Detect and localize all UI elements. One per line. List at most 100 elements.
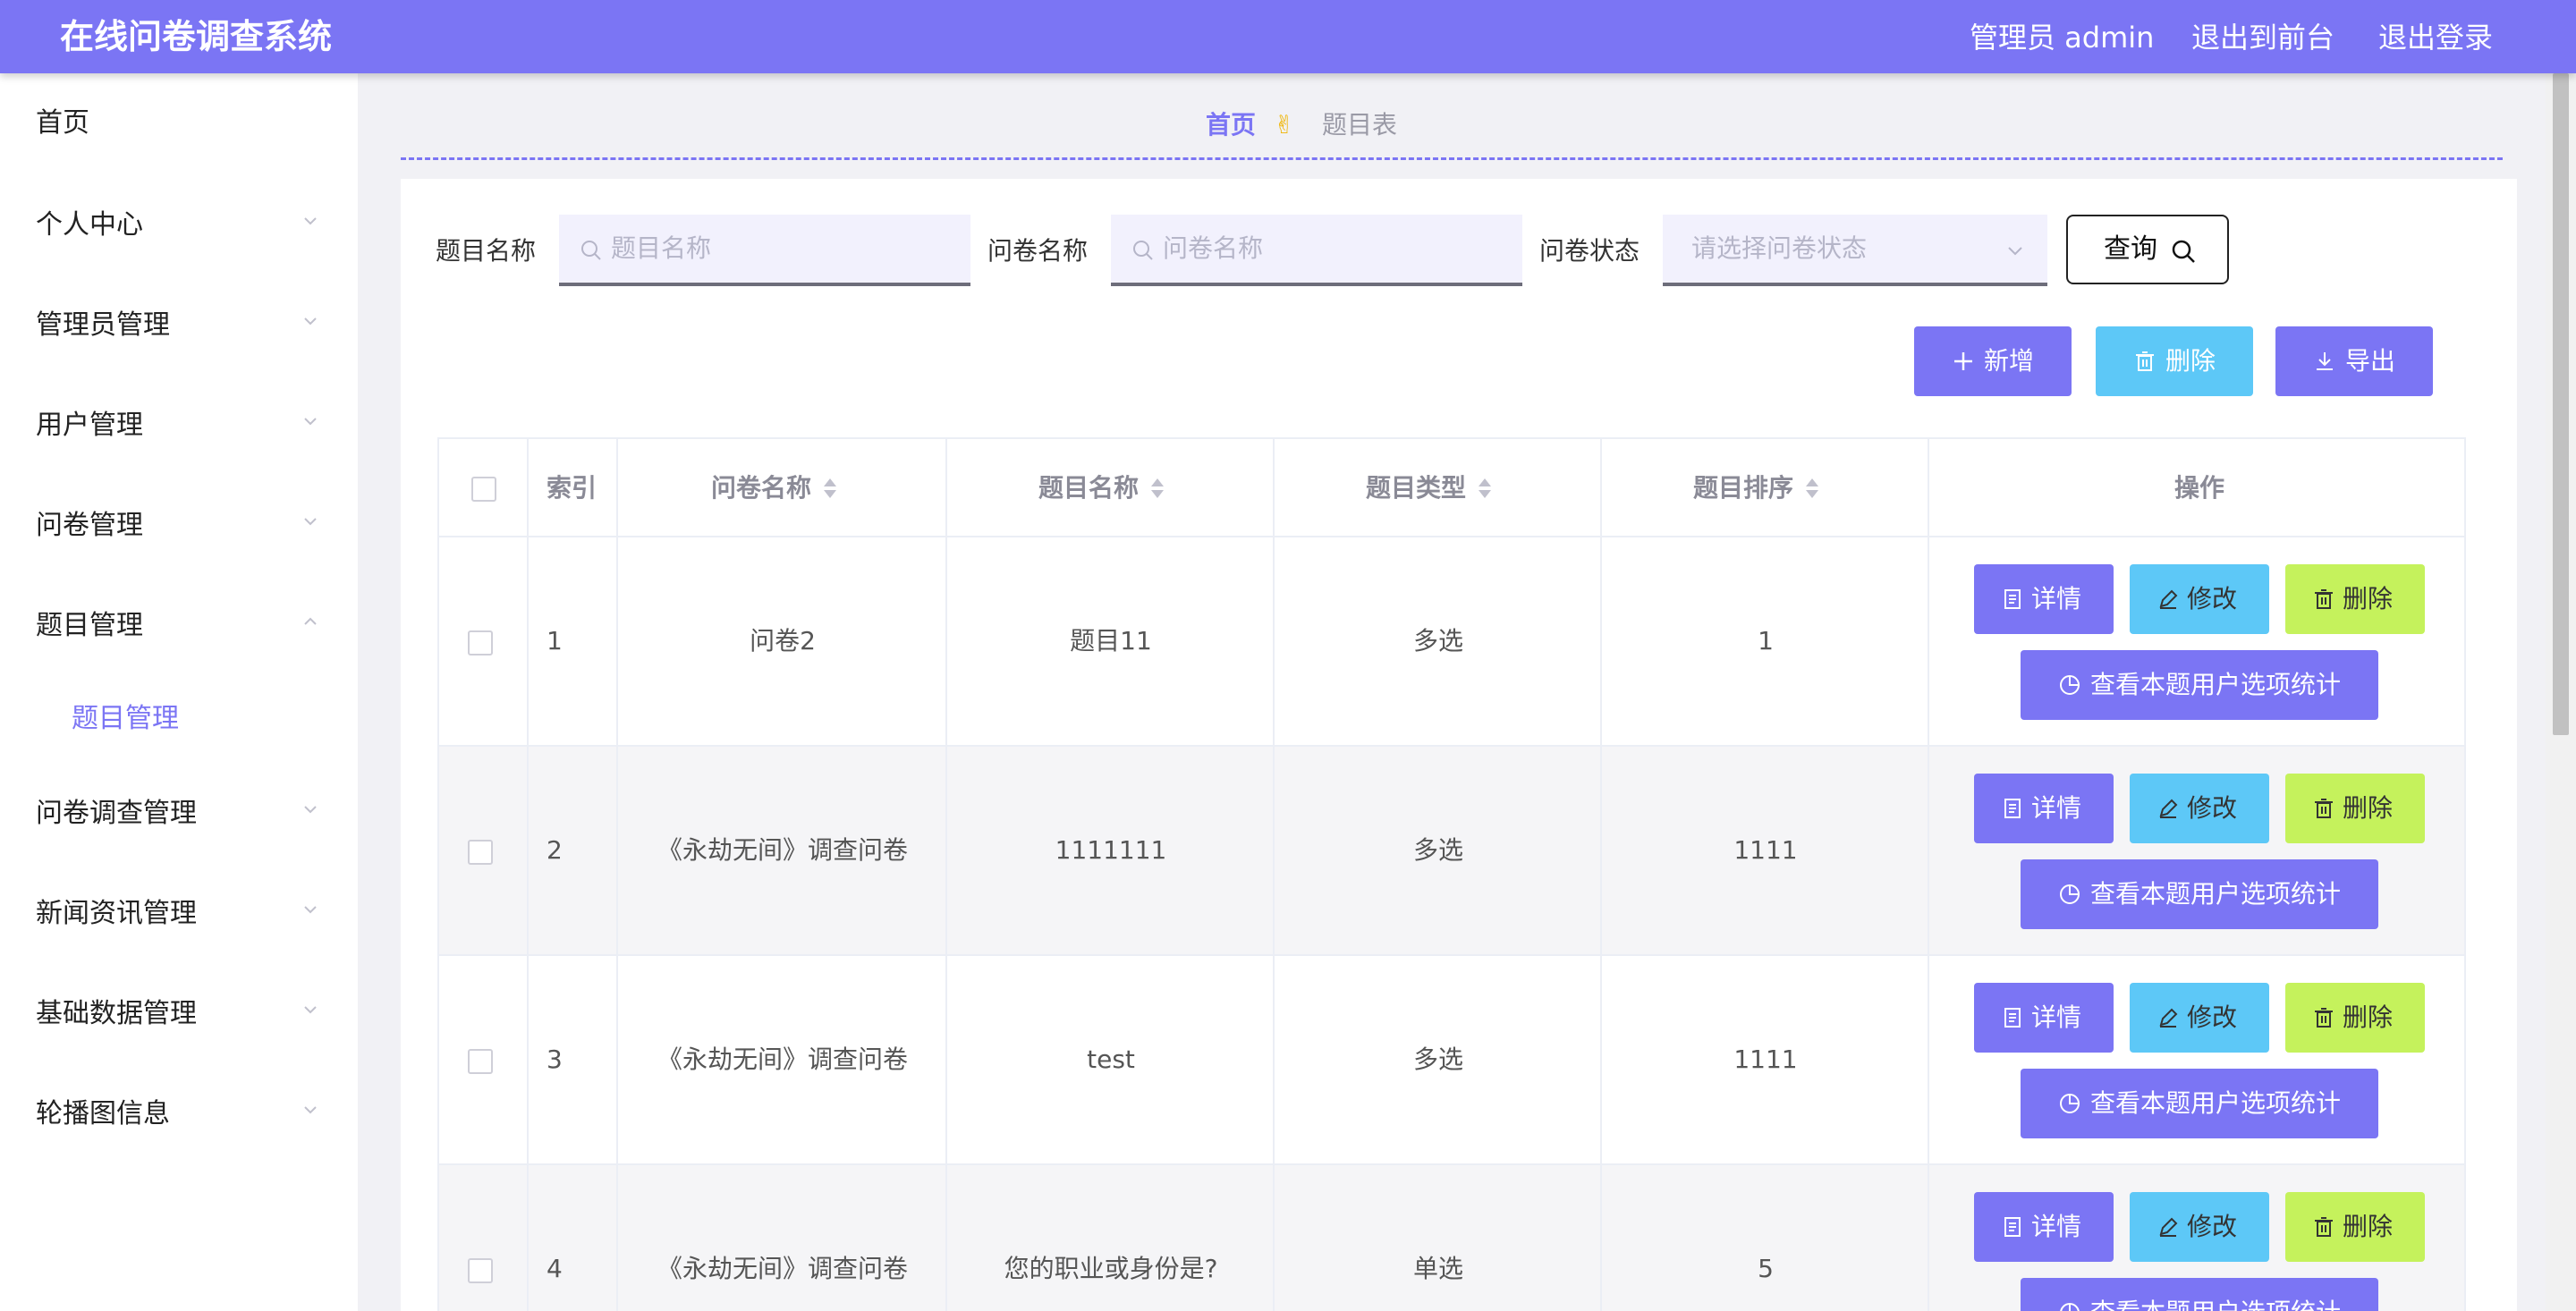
cell-index: 3 <box>547 1045 563 1074</box>
header-question-name[interactable]: 题目名称 <box>1038 470 1139 506</box>
sidebar-item-survey-investigation[interactable]: 问卷调查管理 <box>0 778 358 850</box>
export-button[interactable]: 导出 <box>2275 326 2433 396</box>
pie-chart-icon <box>2060 1303 2080 1311</box>
sidebar-subitem-question-management[interactable]: 题目管理 <box>0 683 358 755</box>
cell-question-order: 1 <box>1758 626 1774 656</box>
detail-button[interactable]: 详情 <box>1974 1192 2114 1262</box>
document-icon <box>2004 799 2021 818</box>
sort-icon[interactable] <box>1804 477 1820 500</box>
detail-button[interactable]: 详情 <box>1974 564 2114 634</box>
edit-button-label: 修改 <box>2187 1212 2238 1241</box>
sidebar-item-personal-center[interactable]: 个人中心 <box>0 190 358 261</box>
row-checkbox[interactable] <box>468 1049 493 1074</box>
edit-button[interactable]: 修改 <box>2130 564 2269 634</box>
view-stats-button[interactable]: 查看本题用户选项统计 <box>2021 1069 2378 1138</box>
cell-question-name: 1111111 <box>1055 835 1167 865</box>
edit-button[interactable]: 修改 <box>2130 983 2269 1053</box>
cell-question-order: 5 <box>1758 1254 1774 1283</box>
trash-icon <box>2136 351 2154 371</box>
cell-survey-name: 《永劫无间》调查问卷 <box>657 1045 908 1074</box>
row-checkbox[interactable] <box>468 1258 493 1283</box>
chevron-down-icon <box>304 217 317 225</box>
detail-button-label: 详情 <box>2031 1002 2082 1032</box>
detail-button[interactable]: 详情 <box>1974 774 2114 843</box>
sidebar-item-news-management[interactable]: 新闻资讯管理 <box>0 878 358 950</box>
logout-link[interactable]: 退出登录 <box>2378 18 2493 57</box>
delete-button[interactable]: 删除 <box>2285 1192 2425 1262</box>
search-icon <box>1133 241 1153 260</box>
column-divider <box>1928 439 1929 1311</box>
sidebar-item-label: 基础数据管理 <box>36 998 197 1029</box>
app-title: 在线问卷调查系统 <box>60 17 333 56</box>
add-button[interactable]: 新增 <box>1914 326 2072 396</box>
header-question-order[interactable]: 题目排序 <box>1693 470 1793 506</box>
delete-button[interactable]: 删除 <box>2285 983 2425 1053</box>
chevron-down-icon <box>304 518 317 526</box>
sidebar-item-label: 首页 <box>36 107 89 139</box>
exit-to-front-link[interactable]: 退出到前台 <box>2191 18 2334 57</box>
row-checkbox[interactable] <box>468 840 493 865</box>
delete-button[interactable]: 删除 <box>2285 564 2425 634</box>
question-name-label: 题目名称 <box>436 236 537 266</box>
sidebar-menu: 首页 个人中心 管理员管理 用户管理 问卷管理 题目管理 题目管理 问卷调查管理… <box>0 73 358 1311</box>
sidebar-item-user-management[interactable]: 用户管理 <box>0 390 358 461</box>
cell-survey-name: 《永劫无间》调查问卷 <box>657 835 908 865</box>
header-survey-name[interactable]: 问卷名称 <box>711 470 811 506</box>
view-stats-button[interactable]: 查看本题用户选项统计 <box>2021 1278 2378 1311</box>
sidebar-item-survey-management[interactable]: 问卷管理 <box>0 490 358 562</box>
header-question-type[interactable]: 题目类型 <box>1366 470 1466 506</box>
sidebar-item-home[interactable]: 首页 <box>0 88 358 159</box>
edit-icon <box>2159 1008 2178 1028</box>
cell-question-name: 您的职业或身份是? <box>1004 1254 1218 1283</box>
document-icon <box>2004 589 2021 609</box>
delete-button-label: 删除 <box>2343 1212 2394 1241</box>
sidebar-item-basic-data[interactable]: 基础数据管理 <box>0 978 358 1050</box>
sort-icon[interactable] <box>822 477 838 500</box>
chevron-down-icon <box>304 418 317 426</box>
query-button-label: 查询 <box>2104 233 2157 265</box>
add-button-label: 新增 <box>1984 346 2035 376</box>
admin-user-link[interactable]: 管理员 admin <box>1970 18 2154 57</box>
edit-button[interactable]: 修改 <box>2130 774 2269 843</box>
chevron-down-icon <box>304 906 317 914</box>
document-icon <box>2004 1217 2021 1237</box>
sort-icon[interactable] <box>1149 477 1165 500</box>
column-divider <box>527 439 529 1311</box>
delete-button[interactable]: 删除 <box>2285 774 2425 843</box>
table-row: 3 《永劫无间》调查问卷 test 多选 1111 详情 修改 删除 查看本题用… <box>439 956 2464 1165</box>
sidebar-item-label: 用户管理 <box>36 410 143 441</box>
sidebar-item-admin-management[interactable]: 管理员管理 <box>0 290 358 361</box>
edit-button[interactable]: 修改 <box>2130 1192 2269 1262</box>
survey-name-placeholder: 问卷名称 <box>1163 233 1264 263</box>
view-stats-button-label: 查看本题用户选项统计 <box>2090 879 2342 909</box>
cell-index: 4 <box>547 1254 563 1283</box>
sidebar-item-label: 问卷调查管理 <box>36 798 197 829</box>
query-button[interactable]: 查询 <box>2066 215 2229 284</box>
sidebar-item-question-management[interactable]: 题目管理 <box>0 590 358 662</box>
view-stats-button[interactable]: 查看本题用户选项统计 <box>2021 650 2378 720</box>
search-icon <box>581 241 601 260</box>
scrollbar-thumb[interactable] <box>2553 73 2569 735</box>
select-all-checkbox[interactable] <box>471 477 496 502</box>
chevron-down-icon <box>304 317 317 326</box>
breadcrumb-divider <box>401 157 2503 160</box>
sort-icon[interactable] <box>1477 477 1493 500</box>
detail-button[interactable]: 详情 <box>1974 983 2114 1053</box>
row-checkbox[interactable] <box>468 630 493 656</box>
view-stats-button[interactable]: 查看本题用户选项统计 <box>2021 859 2378 929</box>
cell-question-type: 单选 <box>1412 1254 1463 1283</box>
search-icon <box>2172 240 2195 263</box>
question-name-input[interactable]: 题目名称 <box>559 215 970 286</box>
edit-icon <box>2159 1217 2178 1237</box>
edit-button-label: 修改 <box>2187 584 2238 613</box>
page-scrollbar[interactable] <box>2546 73 2576 1311</box>
breadcrumb-home[interactable]: 首页 <box>1206 106 1256 145</box>
table-header: 索引 问卷名称 题目名称 题目类型 题目排序 操作 <box>439 439 2464 537</box>
batch-delete-button[interactable]: 删除 <box>2096 326 2253 396</box>
delete-button-label: 删除 <box>2343 793 2394 823</box>
detail-button-label: 详情 <box>2031 1212 2082 1241</box>
sidebar-item-carousel[interactable]: 轮播图信息 <box>0 1078 358 1150</box>
survey-status-select[interactable]: 请选择问卷状态 <box>1663 215 2047 286</box>
survey-name-input[interactable]: 问卷名称 <box>1111 215 1522 286</box>
survey-status-placeholder: 请选择问卷状态 <box>1691 233 1868 263</box>
